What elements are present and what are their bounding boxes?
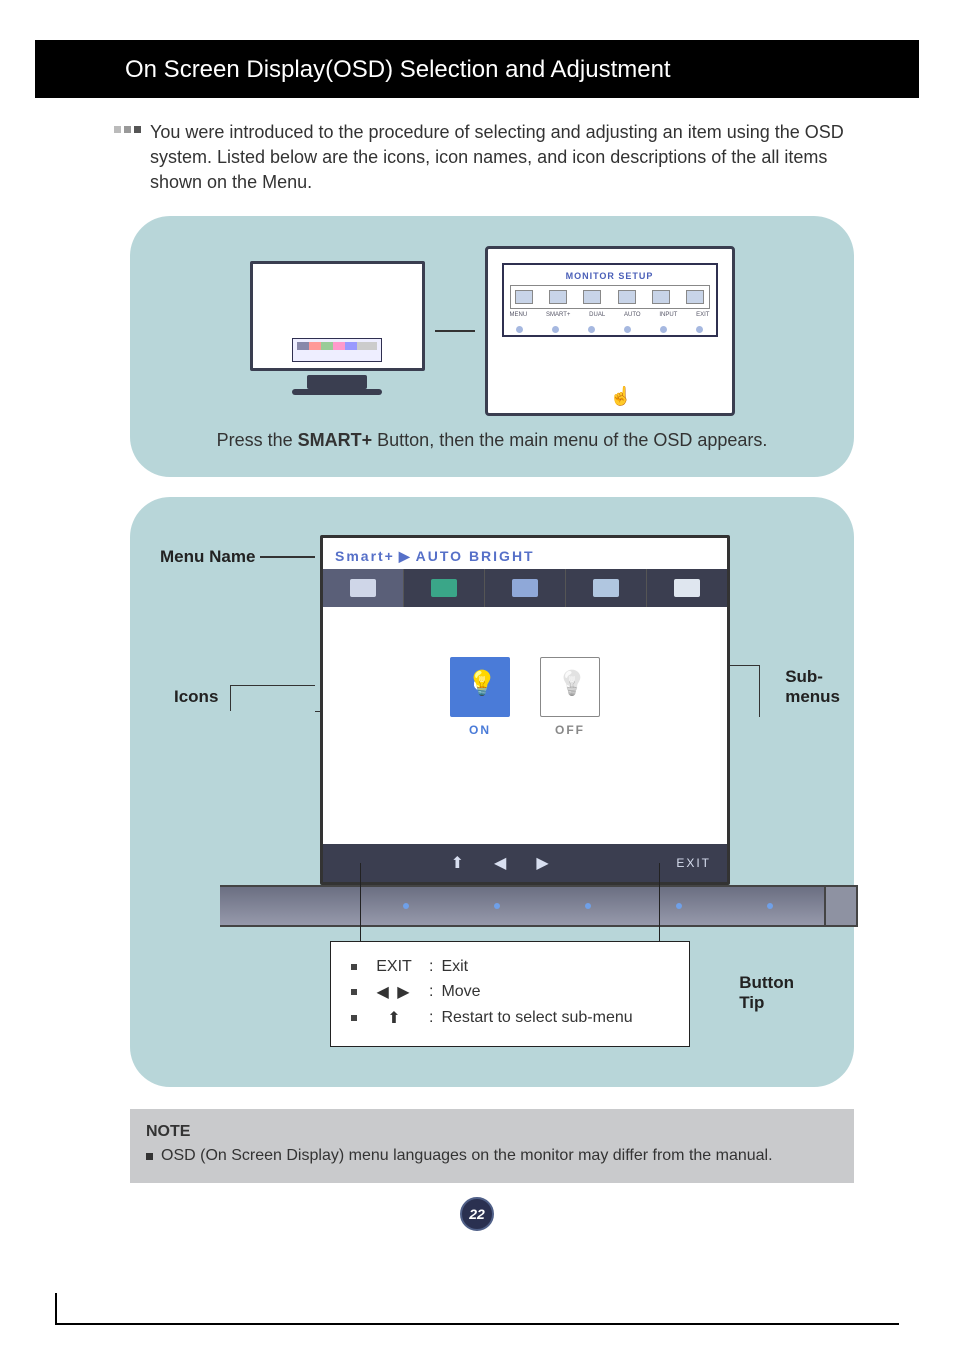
- osd-breadcrumb: Smart+▶AUTO BRIGHT: [335, 548, 715, 565]
- label-button-tip: ButtonTip: [739, 973, 794, 1013]
- note-box: NOTE OSD (On Screen Display) menu langua…: [130, 1109, 854, 1183]
- osd-tab-3[interactable]: [485, 569, 566, 607]
- osd-window-title: MONITOR SETUP: [510, 271, 710, 281]
- label-icons: Icons: [174, 687, 218, 707]
- monitor-small-illustration: [250, 261, 425, 401]
- osd-tab-4[interactable]: [566, 569, 647, 607]
- note-title: NOTE: [146, 1123, 838, 1141]
- button-tips-box: EXIT : Exit ◀ ▶ : Move ⬆ : Restart to se…: [330, 941, 690, 1047]
- tip-val-exit: Exit: [441, 958, 468, 976]
- tip-key-exit: EXIT: [367, 958, 421, 976]
- illustration-panel-2: Menu Name Icons Sub-menus Smart+▶AUTO BR…: [130, 497, 854, 1087]
- osd-tab-2[interactable]: [404, 569, 485, 607]
- panel1-instruction: Press the SMART+ Button, then the main m…: [160, 430, 824, 451]
- note-text: OSD (On Screen Display) menu languages o…: [161, 1147, 773, 1165]
- nav-exit-button[interactable]: EXIT: [676, 856, 727, 870]
- arrow-icon: [435, 330, 475, 332]
- bullet-icon: [146, 1153, 153, 1160]
- osd-tab-1[interactable]: [323, 569, 404, 607]
- tip-key-restart: ⬆: [367, 1008, 421, 1028]
- osd-label-row: MENU SMART+ DUAL AUTO INPUT EXIT: [510, 312, 710, 318]
- tip-key-move: ◀ ▶: [367, 982, 421, 1002]
- monitor-zoom-illustration: MONITOR SETUP MENU SMART+ DUAL AUTO INPU…: [485, 246, 735, 416]
- header-title: On Screen Display(OSD) Selection and Adj…: [125, 56, 671, 83]
- page-header: On Screen Display(OSD) Selection and Adj…: [35, 40, 919, 98]
- tip-val-move: Move: [441, 983, 480, 1001]
- osd-tab-row: [323, 569, 727, 607]
- osd-icon-row: [510, 285, 710, 309]
- label-menu-name: Menu Name: [160, 547, 255, 567]
- option-on[interactable]: ON: [450, 657, 510, 737]
- intro-paragraph: You were introduced to the procedure of …: [150, 120, 854, 196]
- label-submenus: Sub-menus: [785, 667, 840, 707]
- illustration-panel-1: MONITOR SETUP MENU SMART+ DUAL AUTO INPU…: [130, 216, 854, 477]
- option-off[interactable]: OFF: [540, 657, 600, 737]
- osd-tab-5[interactable]: [647, 569, 727, 607]
- page-number: 22: [460, 1197, 494, 1231]
- hand-cursor-icon: ☝: [610, 386, 632, 407]
- bullet-icon: [114, 126, 141, 133]
- tip-val-restart: Restart to select sub-menu: [441, 1009, 632, 1027]
- osd-panel: Smart+▶AUTO BRIGHT ON OFF: [320, 535, 730, 885]
